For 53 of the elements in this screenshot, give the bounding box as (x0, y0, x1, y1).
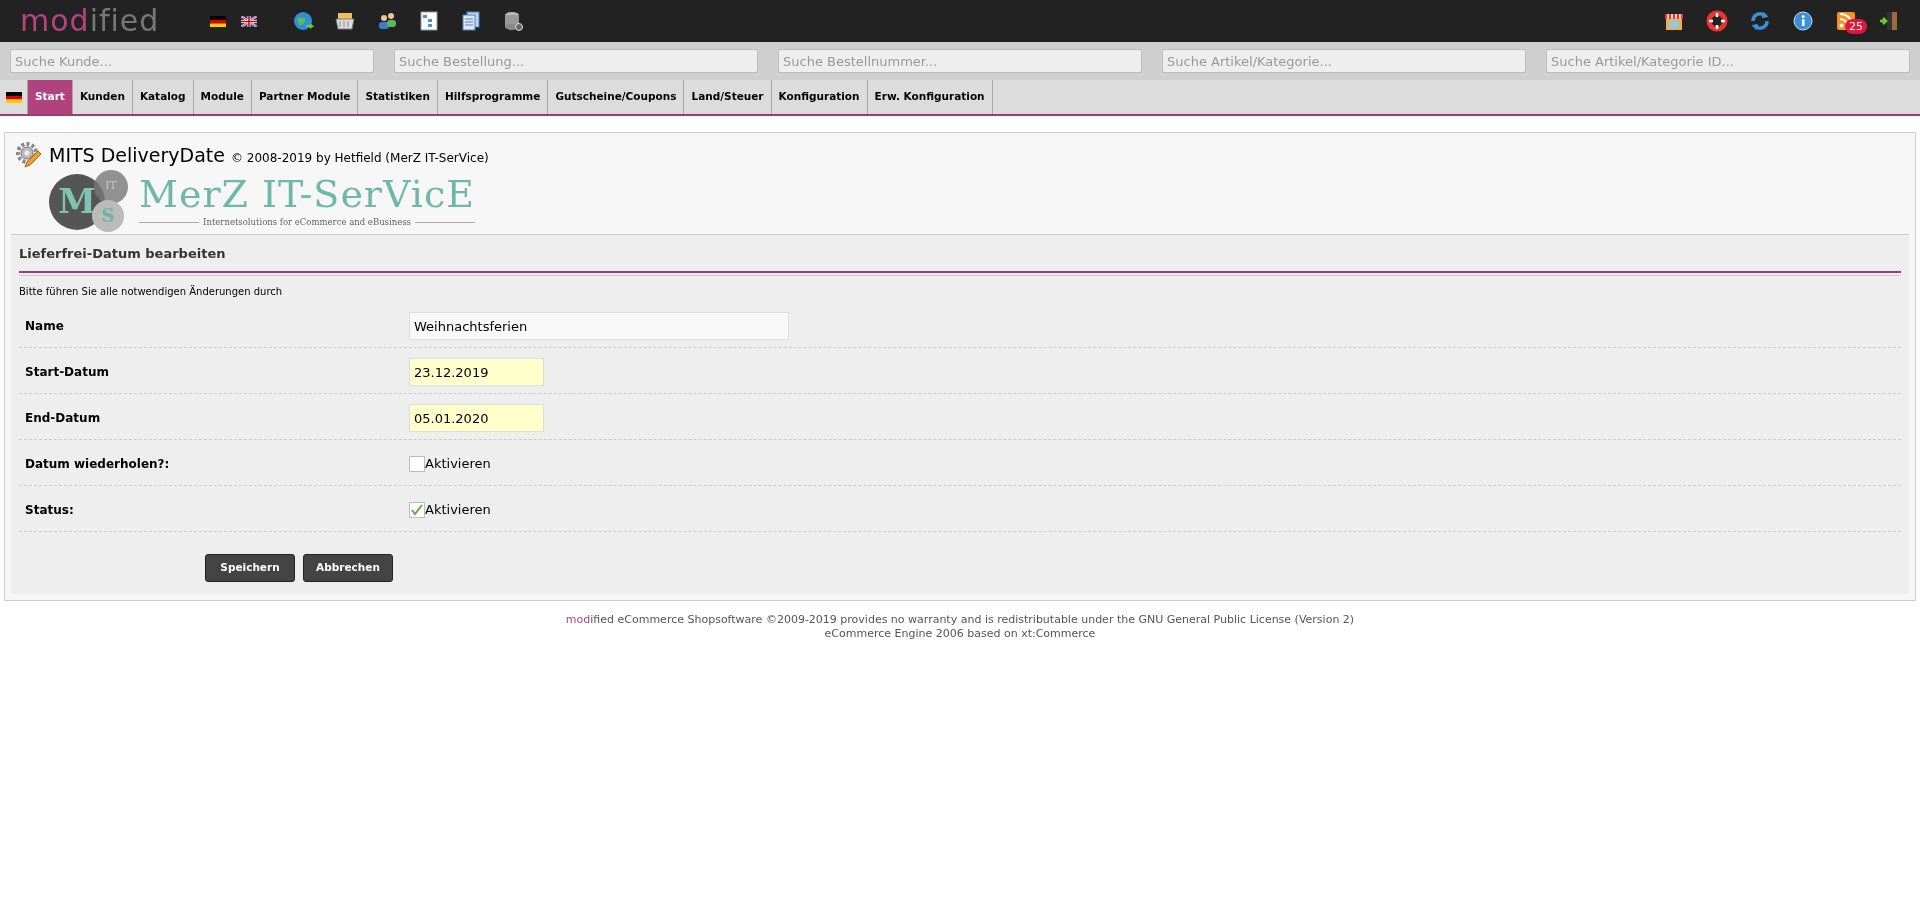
instruction-text: Bitte führen Sie alle notwendigen Änderungen durch (19, 285, 283, 297)
date-field[interactable]: 23.12.2019 (409, 358, 544, 386)
nav-tab[interactable]: Kunden (72, 80, 133, 114)
nav-tab[interactable]: Land/Steuer (684, 80, 772, 114)
field-label: Datum wiederholen?: (25, 456, 171, 473)
search-field[interactable]: Suche Kunde... (10, 49, 374, 73)
notification-badge: 25 (1845, 19, 1867, 34)
form-button[interactable]: Abbrechen (303, 553, 393, 582)
nav-tab[interactable]: Gutscheine/Coupons (548, 80, 685, 114)
nav-tab[interactable]: Module (193, 80, 252, 114)
section-title: Lieferfrei-Datum bearbeiten (19, 245, 226, 261)
exit-door-icon[interactable] (1878, 10, 1900, 32)
info-icon[interactable] (1792, 10, 1814, 32)
nav-tab[interactable]: Partner Module (251, 80, 359, 114)
flag-icon[interactable] (5, 91, 22, 103)
nav-tab[interactable]: Start (28, 80, 73, 114)
users-icon[interactable] (376, 10, 398, 32)
nav-tab[interactable]: Katalog (132, 80, 194, 114)
field-label: Status: (25, 502, 75, 519)
checkbox[interactable] (409, 502, 425, 518)
field-label: Name (25, 318, 65, 335)
checkmark-icon (411, 504, 423, 516)
form-button[interactable]: Speichern (205, 553, 295, 582)
copyright-text: © 2008-2019 by Hetfield (MerZ IT-SerVice) (231, 150, 489, 167)
nav-tab[interactable]: Konfiguration (771, 80, 868, 114)
globe-icon[interactable] (292, 10, 314, 32)
checkbox-label: Aktivieren (425, 455, 491, 474)
name-field[interactable]: Weihnachtsferien (409, 312, 789, 340)
flag-icon[interactable] (241, 15, 257, 27)
sitemap-icon[interactable] (418, 10, 440, 32)
checkbox-label: Aktivieren (425, 501, 491, 520)
search-field[interactable]: Suche Bestellnummer... (778, 49, 1142, 73)
search-field[interactable]: Suche Artikel/Kategorie... (1162, 49, 1526, 73)
module-title: MITS DeliveryDate (49, 143, 225, 168)
flag-icon[interactable] (210, 15, 226, 27)
database-gear-icon[interactable] (502, 10, 524, 32)
footer-engine-text: eCommerce Engine 2006 based on xt:Commerce (824, 626, 1096, 641)
nav-tab[interactable]: Statistiken (358, 80, 438, 114)
nav-tab[interactable]: Hilfsprogramme (437, 80, 549, 114)
documents-icon[interactable] (460, 10, 482, 32)
gear-pencil-icon (15, 141, 43, 169)
modified-logo[interactable]: modified (20, 6, 190, 36)
footer-license-text: modified eCommerce Shopsoftware ©2009-2019 provides no warranty and is redistributable under the GNU General Public License (Version 2) (565, 612, 1355, 627)
checkbox[interactable] (409, 456, 425, 472)
refresh-icon[interactable] (1749, 10, 1771, 32)
search-field[interactable]: Suche Artikel/Kategorie ID... (1546, 49, 1910, 73)
field-label: End-Datum (25, 410, 102, 427)
date-field[interactable]: 05.01.2020 (409, 404, 544, 432)
lifebuoy-icon[interactable] (1706, 10, 1728, 32)
nav-tab[interactable]: Erw. Konfiguration (867, 80, 993, 114)
field-label: Start-Datum (25, 364, 110, 381)
search-field[interactable]: Suche Bestellung... (394, 49, 758, 73)
basket-icon[interactable] (334, 10, 356, 32)
